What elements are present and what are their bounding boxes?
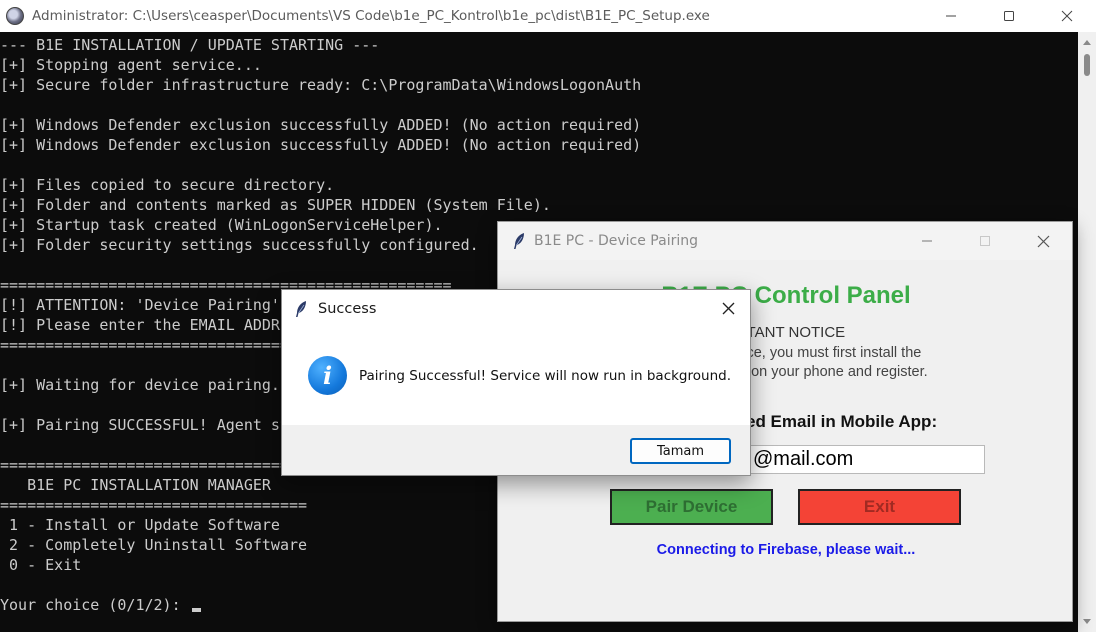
pairing-close-button[interactable] — [1014, 222, 1072, 260]
console-line: [+] Windows Defender exclusion successfu… — [0, 136, 642, 154]
success-footer: Tamam — [282, 425, 750, 475]
console-line: [+] Files copied to secure directory. — [0, 176, 335, 194]
email-input-value: @mail.com — [753, 448, 854, 470]
console-scrollbar[interactable] — [1078, 32, 1096, 632]
scroll-down-arrow-icon[interactable] — [1083, 619, 1091, 624]
maximize-icon — [1004, 11, 1014, 21]
console-maximize-button[interactable] — [980, 0, 1038, 32]
pairing-minimize-button[interactable] — [898, 222, 956, 260]
console-app-icon — [6, 7, 24, 25]
minimize-icon — [922, 240, 932, 242]
success-content: i Pairing Successful! Service will now r… — [282, 327, 750, 425]
success-message: Pairing Successful! Service will now run… — [359, 368, 731, 384]
console-window-title: Administrator: C:\Users\ceasper\Document… — [32, 8, 710, 24]
exit-button[interactable]: Exit — [798, 489, 961, 525]
close-icon — [722, 302, 734, 315]
feather-icon — [514, 233, 524, 249]
email-field-label: ed Email in Mobile App: — [746, 412, 938, 431]
text-cursor — [191, 608, 201, 612]
close-icon — [1037, 235, 1049, 247]
console-line: [+] Folder and contents marked as SUPER … — [0, 196, 551, 214]
notice-text-line-2: p on your phone and register. — [739, 364, 928, 380]
console-line: [+] Stopping agent service... — [0, 56, 262, 74]
scroll-thumb[interactable] — [1084, 54, 1090, 76]
console-line: [+] Windows Defender exclusion successfu… — [0, 116, 642, 134]
pair-device-button[interactable]: Pair Device — [610, 489, 773, 525]
console-minimize-button[interactable] — [922, 0, 980, 32]
console-line: --- B1E INSTALLATION / UPDATE STARTING -… — [0, 36, 380, 54]
pairing-maximize-button[interactable] — [956, 222, 1014, 260]
ok-button[interactable]: Tamam — [630, 438, 731, 464]
console-titlebar: Administrator: C:\Users\ceasper\Document… — [0, 0, 1096, 32]
success-dialog: Success i Pairing Successful! Service wi… — [281, 289, 751, 476]
success-dialog-title: Success — [318, 300, 377, 317]
connection-status-text: Connecting to Firebase, please wait... — [656, 542, 916, 558]
scroll-up-arrow-icon[interactable] — [1083, 40, 1091, 45]
notice-text-line-1: vice, you must first install the — [736, 345, 922, 361]
console-close-button[interactable] — [1038, 0, 1096, 32]
pairing-window-title: B1E PC - Device Pairing — [534, 233, 698, 249]
info-icon: i — [308, 356, 347, 395]
success-close-button[interactable] — [706, 290, 750, 327]
console-line: [+] Secure folder infrastructure ready: … — [0, 76, 642, 94]
pairing-titlebar: B1E PC - Device Pairing — [498, 222, 1072, 260]
close-icon — [1061, 10, 1073, 22]
success-titlebar: Success — [282, 290, 750, 327]
maximize-icon — [980, 236, 990, 246]
feather-icon — [296, 300, 306, 317]
minimize-icon — [946, 15, 956, 17]
